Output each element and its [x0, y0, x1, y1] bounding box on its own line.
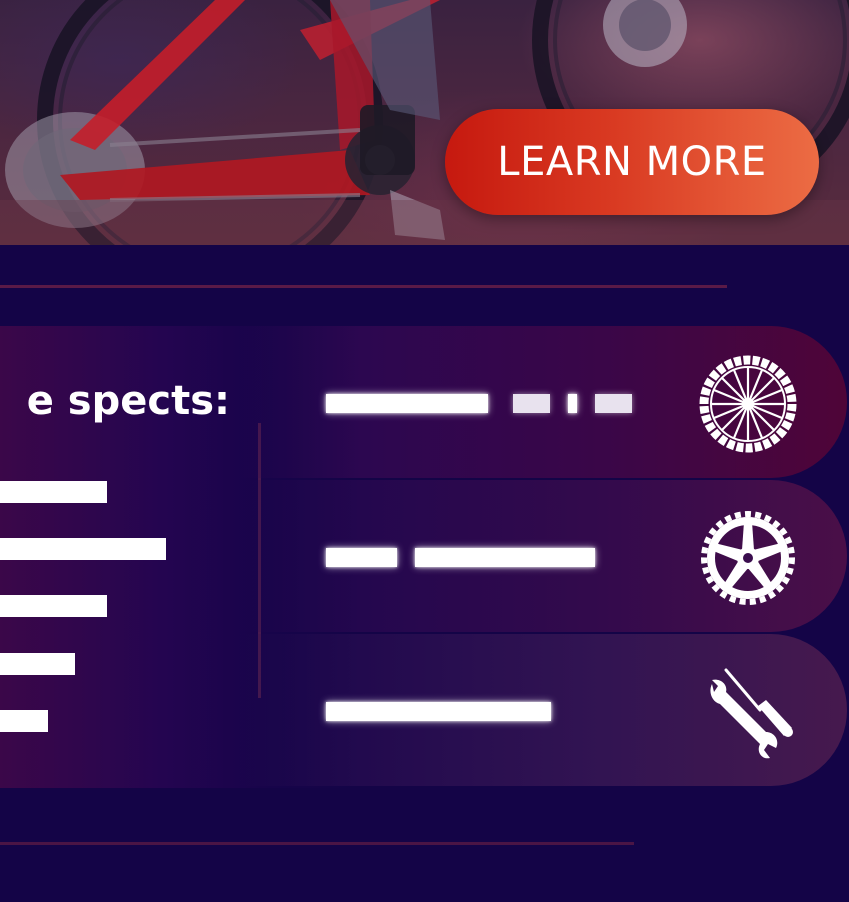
learn-more-button[interactable]: LEARN MORE	[445, 109, 819, 215]
specs-title: e spects:	[26, 378, 230, 424]
bicycle-wheel-icon	[699, 355, 797, 453]
section-divider-bottom	[0, 842, 634, 845]
feature-text-redacted	[326, 702, 551, 721]
feature-text-redacted	[326, 394, 488, 413]
spec-line-redacted	[0, 538, 166, 560]
spec-line-redacted	[0, 710, 48, 732]
section-divider-top	[0, 285, 727, 288]
feature-text-redacted	[568, 394, 577, 413]
page: LEARN MORE e spects:	[0, 0, 849, 902]
hero-banner: LEARN MORE	[0, 0, 849, 245]
feature-text-redacted	[513, 394, 550, 413]
spec-line-redacted	[0, 481, 107, 503]
chainring-gear-icon	[701, 511, 795, 605]
feature-text-redacted	[326, 548, 397, 567]
spec-line-redacted	[0, 595, 107, 617]
feature-text-redacted	[595, 394, 632, 413]
screwdriver-wrench-icon	[710, 668, 793, 759]
feature-text-redacted	[415, 548, 595, 567]
spec-line-redacted	[0, 653, 75, 675]
